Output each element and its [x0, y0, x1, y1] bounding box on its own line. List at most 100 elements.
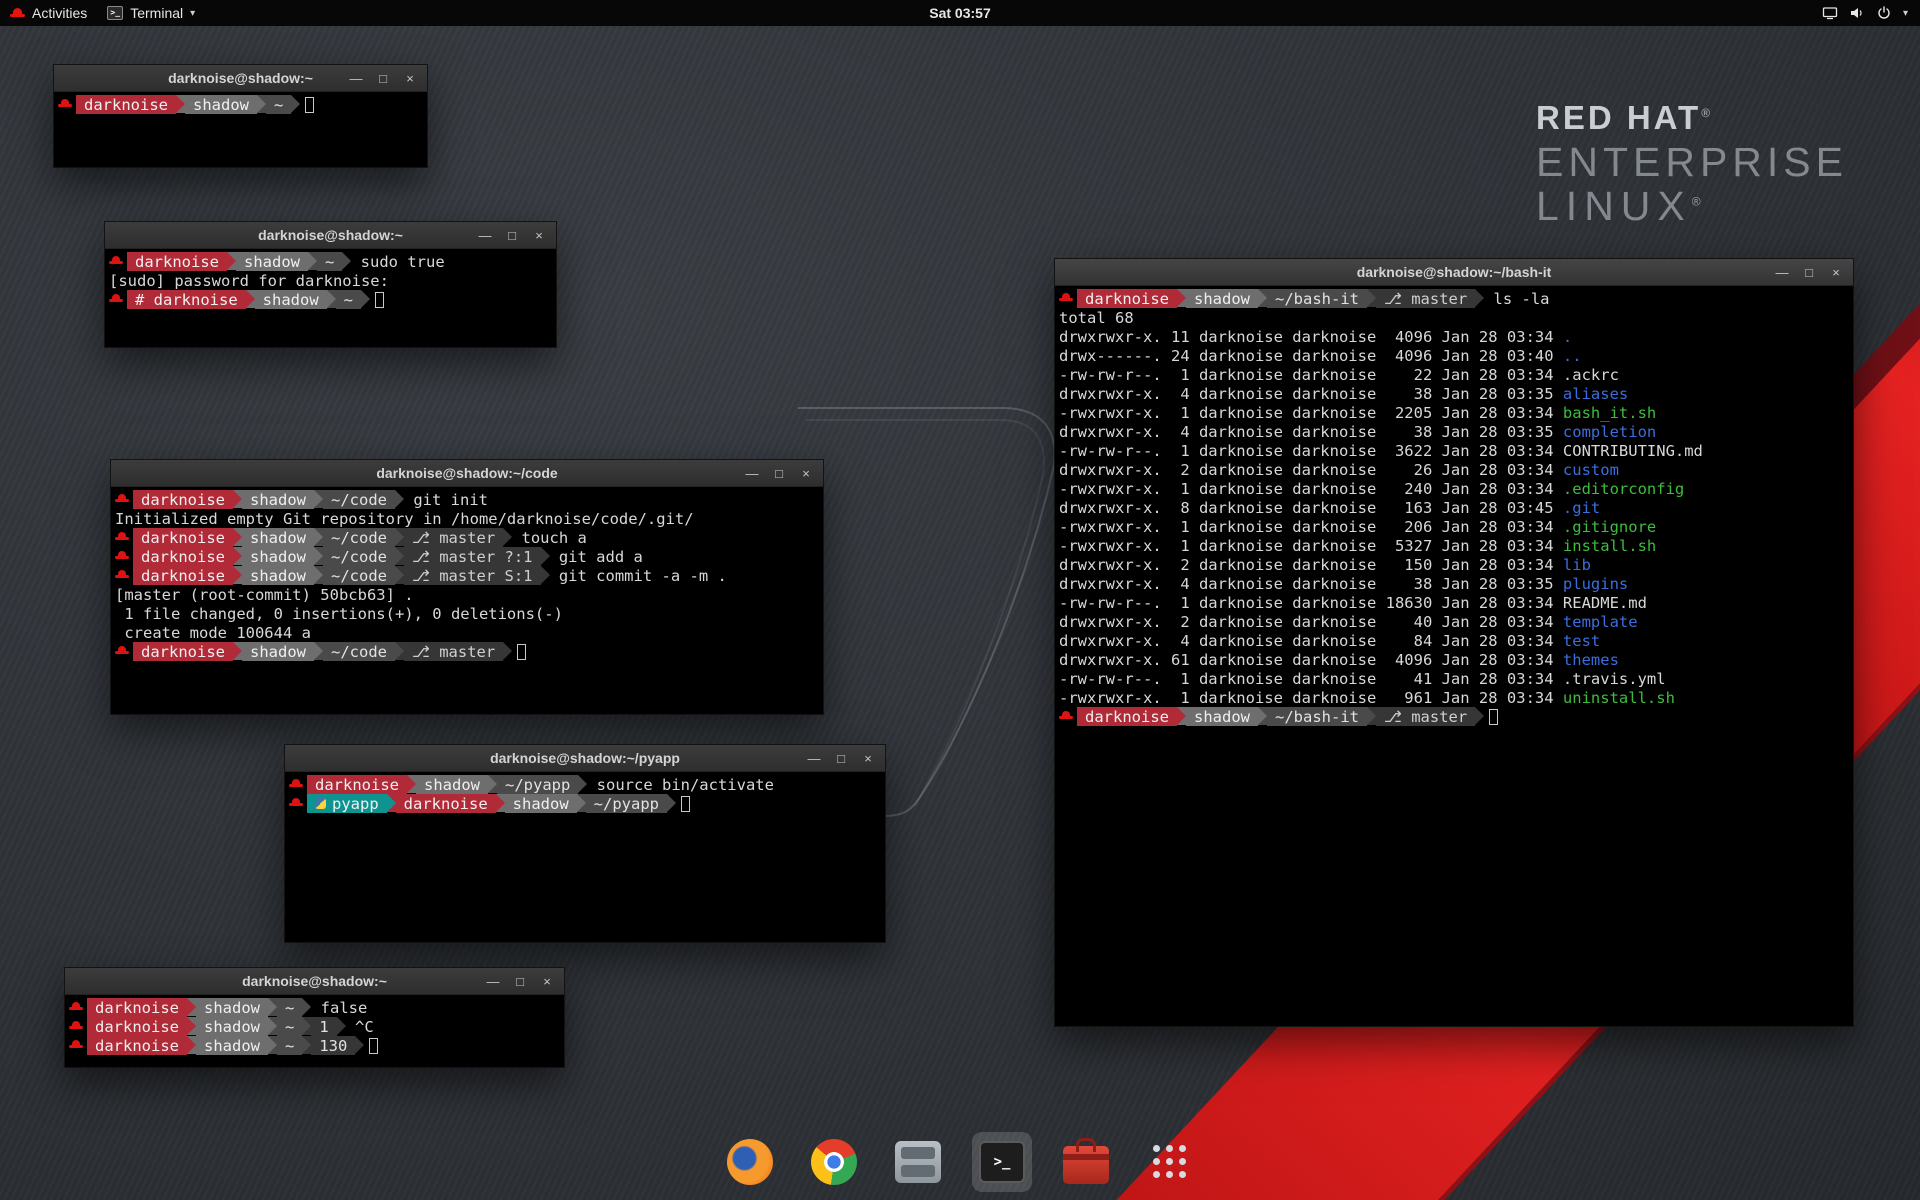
prompt-segment-host: shadow: [1186, 289, 1258, 308]
prompt-segment-user: darknoise: [127, 252, 227, 271]
terminal-line: darknoiseshadow~: [58, 95, 427, 114]
dock-firefox[interactable]: [720, 1132, 780, 1192]
terminal-line: total 68: [1059, 308, 1853, 327]
dock-toolbox[interactable]: [1056, 1132, 1116, 1192]
maximize-button[interactable]: □: [500, 225, 524, 245]
python-icon: [315, 798, 326, 809]
redhat-logo-icon: [10, 6, 25, 20]
close-button[interactable]: ×: [856, 748, 880, 768]
maximize-button[interactable]: □: [508, 971, 532, 991]
close-button[interactable]: ×: [794, 463, 818, 483]
maximize-button[interactable]: □: [829, 748, 853, 768]
close-button[interactable]: ×: [398, 68, 422, 88]
powerline-arrow-icon: [268, 1017, 277, 1035]
app-menu-terminal[interactable]: >_ Terminal ▾: [97, 0, 205, 26]
powerline-arrow-icon: [1258, 289, 1267, 307]
dock-terminal[interactable]: >_: [972, 1132, 1032, 1192]
close-button[interactable]: ×: [535, 971, 559, 991]
powerline-arrow-icon: [233, 547, 242, 565]
minimize-button[interactable]: —: [481, 971, 505, 991]
redhat-prompt-icon: [58, 95, 73, 114]
terminal-line: -rwxrwxr-x. 1 darknoise darknoise 5327 J…: [1059, 536, 1853, 555]
terminal-window-sudo: darknoise@shadow:~ — □ × darknoiseshadow…: [104, 221, 557, 348]
terminal-body[interactable]: darknoiseshadow~ falsedarknoiseshadow~1 …: [65, 995, 564, 1055]
terminal-body[interactable]: darknoiseshadow~/bash-it⎇ master ls -lat…: [1055, 286, 1853, 726]
terminal-text: ..: [1563, 346, 1582, 365]
window-titlebar[interactable]: darknoise@shadow:~ — □ ×: [65, 968, 564, 995]
powerline-arrow-icon: [314, 490, 323, 508]
terminal-line: drwxrwxr-x. 2 darknoise darknoise 40 Jan…: [1059, 612, 1853, 631]
window-titlebar[interactable]: darknoise@shadow:~/bash-it — □ ×: [1055, 259, 1853, 286]
window-title: darknoise@shadow:~/pyapp: [285, 750, 885, 766]
prompt-segment-user: darknoise: [133, 547, 233, 566]
window-titlebar[interactable]: darknoise@shadow:~/code — □ ×: [111, 460, 823, 487]
terminal-text: uninstall.sh: [1563, 688, 1675, 707]
prompt-segment-status: 130: [311, 1036, 355, 1055]
powerline-arrow-icon: [302, 1017, 311, 1035]
terminal-body[interactable]: darknoiseshadow~/pyapp source bin/activa…: [285, 772, 885, 813]
prompt-segment-user: darknoise: [76, 95, 176, 114]
minimize-button[interactable]: —: [740, 463, 764, 483]
maximize-button[interactable]: □: [767, 463, 791, 483]
powerline-arrow-icon: [233, 566, 242, 584]
prompt-segment-path: ~: [336, 290, 361, 309]
prompt-segment-user: darknoise: [1077, 707, 1177, 726]
terminal-text: themes: [1563, 650, 1619, 669]
prompt-segment-status: 1: [311, 1017, 336, 1036]
minimize-button[interactable]: —: [802, 748, 826, 768]
powerline-arrow-icon: [302, 1036, 311, 1054]
registered-mark: ®: [1701, 106, 1713, 120]
maximize-button[interactable]: □: [1797, 262, 1821, 282]
powerline-arrow-icon: [395, 528, 404, 546]
terminal-line: drwxrwxr-x. 61 darknoise darknoise 4096 …: [1059, 650, 1853, 669]
redhat-brand-logo: RED HAT® ENTERPRISE LINUX®: [1536, 100, 1848, 228]
prompt-segment-user: darknoise: [133, 528, 233, 547]
window-titlebar[interactable]: darknoise@shadow:~ — □ ×: [105, 222, 556, 249]
terminal-text: sudo true: [351, 252, 444, 271]
powerline-arrow-icon: [1475, 289, 1484, 307]
close-button[interactable]: ×: [527, 225, 551, 245]
activities-button[interactable]: Activities: [0, 0, 97, 26]
close-button[interactable]: ×: [1824, 262, 1848, 282]
window-titlebar[interactable]: darknoise@shadow:~/pyapp — □ ×: [285, 745, 885, 772]
terminal-body[interactable]: darknoiseshadow~: [54, 92, 427, 114]
prompt-segment-user: # darknoise: [127, 290, 246, 309]
terminal-body[interactable]: darknoiseshadow~/code git initInitialize…: [111, 487, 823, 661]
toolbox-icon: [1063, 1146, 1109, 1184]
minimize-button[interactable]: —: [1770, 262, 1794, 282]
minimize-button[interactable]: —: [344, 68, 368, 88]
terminal-text: create mode 100644 a: [115, 623, 311, 642]
prompt-segment-git: ⎇ master: [404, 528, 503, 547]
maximize-button[interactable]: □: [371, 68, 395, 88]
dock-files[interactable]: [888, 1132, 948, 1192]
terminal-cursor: [305, 97, 314, 113]
powerline-arrow-icon: [488, 775, 497, 793]
terminal-line: drwxrwxr-x. 2 darknoise darknoise 26 Jan…: [1059, 460, 1853, 479]
powerline-arrow-icon: [314, 566, 323, 584]
dock-app-grid[interactable]: [1140, 1132, 1200, 1192]
prompt-segment-git: ⎇ master: [1376, 707, 1475, 726]
terminal-line: -rw-rw-r--. 1 darknoise darknoise 22 Jan…: [1059, 365, 1853, 384]
terminal-text: [master (root-commit) 50bcb63] .: [115, 585, 414, 604]
terminal-line: darknoiseshadow~1 ^C: [69, 1017, 564, 1036]
powerline-arrow-icon: [395, 490, 404, 508]
terminal-text: drwxrwxr-x. 4 darknoise darknoise 38 Jan…: [1059, 574, 1563, 593]
minimize-button[interactable]: —: [473, 225, 497, 245]
terminal-line: darknoiseshadow~/code⎇ master ?:1 git ad…: [115, 547, 823, 566]
dock-chrome[interactable]: [804, 1132, 864, 1192]
clock[interactable]: Sat 03:57: [929, 5, 990, 21]
system-status-area[interactable]: ▾: [1822, 0, 1920, 26]
powerline-arrow-icon: [176, 95, 185, 113]
window-titlebar[interactable]: darknoise@shadow:~ — □ ×: [54, 65, 427, 92]
terminal-line: 1 file changed, 0 insertions(+), 0 delet…: [115, 604, 823, 623]
terminal-text: plugins: [1563, 574, 1628, 593]
redhat-prompt-icon: [115, 642, 130, 661]
terminal-cursor: [375, 292, 384, 308]
brand-line2: ENTERPRISE: [1536, 140, 1848, 184]
terminal-line: darknoiseshadow~/pyapp source bin/activa…: [289, 775, 885, 794]
terminal-text: -rwxrwxr-x. 1 darknoise darknoise 206 Ja…: [1059, 517, 1563, 536]
powerline-arrow-icon: [1367, 707, 1376, 725]
prompt-segment-path: ~: [277, 998, 302, 1017]
terminal-body[interactable]: darknoiseshadow~ sudo true[sudo] passwor…: [105, 249, 556, 309]
terminal-line: darknoiseshadow~/code git init: [115, 490, 823, 509]
